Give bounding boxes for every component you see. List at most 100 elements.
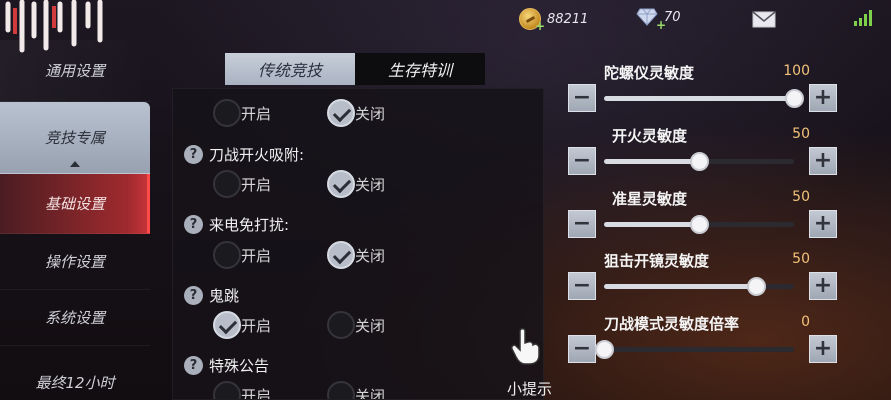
slider-knob[interactable] (690, 152, 709, 171)
slider-crosshair-sensitivity: 准星灵敏度 50 − + (568, 188, 840, 248)
slider-label: 准星灵敏度 (612, 190, 688, 208)
option-title-text: 刀战开火吸附: (209, 146, 305, 164)
radio-on[interactable]: 开启 (213, 170, 271, 198)
slider-value: 100 (783, 63, 810, 79)
sidebar-item-general[interactable]: 通用设置 (0, 40, 150, 102)
radio-label: 关闭 (355, 316, 386, 335)
plus-button[interactable]: + (809, 210, 837, 238)
slider-track[interactable] (604, 215, 794, 234)
sidebar-item-basic[interactable]: 基础设置 (0, 174, 150, 234)
slider-value: 50 (792, 251, 810, 267)
signal-icon (853, 9, 873, 27)
option-title: ? 特殊公告 (184, 355, 269, 376)
radio-off[interactable]: 关闭 (327, 241, 385, 269)
option-row-3: 开启 关闭 (213, 311, 385, 339)
slider-gyro-sensitivity: 陀螺仪灵敏度 100 − + (568, 62, 840, 122)
help-icon[interactable]: ? (184, 215, 203, 234)
plus-button[interactable]: + (809, 147, 837, 175)
sidebar-section-competitive[interactable]: 竞技专属 (0, 102, 150, 174)
check-icon (213, 311, 241, 339)
slider-knob[interactable] (747, 277, 766, 296)
slider-knob[interactable] (595, 340, 614, 359)
radio-label: 关闭 (355, 246, 386, 265)
option-title: ? 鬼跳 (184, 285, 239, 306)
mail-icon[interactable] (752, 11, 776, 28)
option-title-text: 鬼跳 (209, 287, 240, 305)
options-panel[interactable]: 开启 关闭 ? 刀战开火吸附: 开启 关闭 ? 来电免打扰: 开启 关闭 ? 鬼… (172, 88, 544, 400)
hand-pointer-icon (510, 327, 542, 365)
radio-on[interactable]: 开启 (213, 99, 271, 127)
sidebar-item-label: 系统设置 (44, 309, 105, 327)
slider-knob[interactable] (785, 89, 804, 108)
sidebar-item-label: 竞技专属 (44, 129, 105, 147)
sidebar-item-label: 通用设置 (44, 62, 105, 80)
radio-circle (213, 241, 241, 269)
minus-button[interactable]: − (568, 84, 596, 112)
plus-button[interactable]: + (809, 84, 837, 112)
tab-survival-training[interactable]: 生存特训 (355, 53, 485, 85)
radio-on[interactable]: 开启 (213, 241, 271, 269)
diamond-counter[interactable]: + 70 (636, 8, 681, 32)
slider-label: 陀螺仪灵敏度 (604, 64, 695, 82)
option-title: ? 来电免打扰: (184, 214, 289, 235)
radio-on[interactable]: 开启 (213, 381, 272, 400)
tab-label: 生存特训 (387, 61, 452, 80)
minus-button[interactable]: − (568, 210, 596, 238)
radio-label: 关闭 (355, 104, 386, 123)
tips-label[interactable]: 小提示 (507, 378, 552, 399)
slider-value: 50 (792, 126, 810, 142)
slider-track[interactable] (604, 277, 794, 296)
radio-off[interactable]: 关闭 (327, 99, 385, 127)
radio-label: 开启 (241, 316, 272, 335)
slider-value: 50 (792, 189, 810, 205)
slider-knob[interactable] (690, 215, 709, 234)
radio-off[interactable]: 关闭 (327, 381, 385, 399)
top-bar: + 88211 + 70 (0, 0, 891, 42)
slider-track[interactable] (595, 340, 794, 359)
check-icon (327, 99, 356, 127)
option-title: ? 刀战开火吸附: (184, 144, 304, 165)
radio-on[interactable]: 开启 (213, 311, 271, 339)
sidebar-item-final-12h[interactable]: 最终12小时 (0, 352, 150, 400)
minus-button[interactable]: − (568, 272, 596, 300)
slider-label: 狙击开镜灵敏度 (604, 252, 710, 270)
radio-label: 开启 (241, 104, 272, 123)
slider-track[interactable] (604, 89, 804, 108)
help-icon[interactable]: ? (184, 145, 203, 164)
radio-circle (327, 381, 356, 399)
slider-sniper-scope-sensitivity: 狙击开镜灵敏度 50 − + (568, 250, 840, 310)
check-icon (327, 170, 356, 198)
radio-label: 开启 (241, 246, 272, 265)
radio-circle (327, 311, 356, 339)
option-row-1: 开启 关闭 (213, 170, 385, 198)
help-icon[interactable]: ? (184, 356, 203, 375)
sidebar-item-label: 最终12小时 (35, 373, 115, 392)
radio-label: 开启 (241, 386, 272, 400)
slider-label: 刀战模式灵敏度倍率 (604, 315, 740, 333)
help-icon[interactable]: ? (184, 286, 203, 305)
coin-amount: 88211 (547, 11, 589, 27)
option-row-0: 开启 关闭 (213, 99, 385, 127)
radio-off[interactable]: 关闭 (327, 170, 385, 198)
plus-button[interactable]: + (809, 272, 837, 300)
radio-off[interactable]: 关闭 (327, 311, 385, 339)
slider-track[interactable] (604, 152, 794, 171)
option-row-2: 开启 关闭 (213, 241, 385, 269)
minus-button[interactable]: − (568, 147, 596, 175)
minus-button[interactable]: − (568, 335, 596, 363)
sidebar-item-system[interactable]: 系统设置 (0, 290, 150, 346)
check-icon (327, 241, 356, 269)
coin-counter[interactable]: + 88211 (519, 8, 589, 33)
sidebar-item-controls[interactable]: 操作设置 (0, 234, 150, 290)
mode-tabs: 传统竞技 生存特训 (225, 53, 485, 85)
radio-circle (213, 99, 241, 127)
tab-classic[interactable]: 传统竞技 (225, 53, 355, 85)
slider-value: 0 (801, 314, 810, 330)
slider-knife-mode-multiplier: 刀战模式灵敏度倍率 0 − + (568, 313, 840, 373)
slider-fire-sensitivity: 开火灵敏度 50 − + (568, 125, 840, 185)
sidebar-item-label: 操作设置 (44, 253, 105, 271)
option-title-text: 特殊公告 (209, 357, 270, 375)
radio-label: 开启 (241, 175, 272, 194)
plus-button[interactable]: + (809, 335, 837, 363)
radio-circle (213, 381, 241, 399)
